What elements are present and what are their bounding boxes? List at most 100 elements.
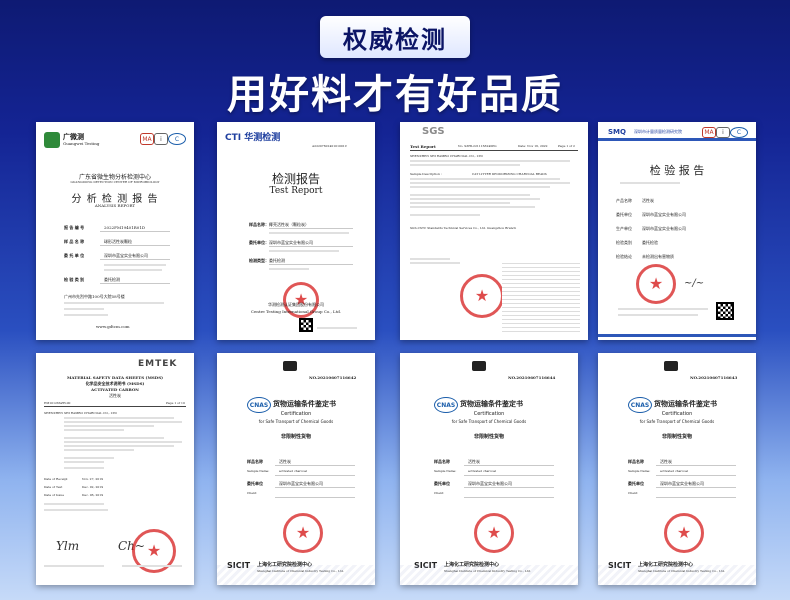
page-header: 权威检测 用好料才有好品质 xyxy=(0,0,790,120)
official-seal-stamp xyxy=(283,513,323,553)
company-name: SHENZHEN SHI RAMBO CHARCOAL CO., LTD xyxy=(44,411,117,415)
ilac-logo-icon: i xyxy=(154,133,168,145)
goods-category: 非限制性货物 xyxy=(661,434,692,440)
issuer-name-cn: 华测检测认证集团股份有限公司 xyxy=(268,302,324,307)
row-label: 样品名称： xyxy=(249,222,269,227)
sample-name-en: activated charcoal xyxy=(279,469,308,473)
cnas-logo-icon: C xyxy=(168,133,186,145)
laboratory-name: SGS-CSTC Standards Technical Services Co… xyxy=(410,226,517,230)
row-label: 产品名称 xyxy=(616,198,632,203)
date-issue: Dec. 06, 2019 xyxy=(82,493,104,497)
certificate-sgs-test-report[interactable]: SGS Test Report No. SZHL2211163240PG Dat… xyxy=(400,122,588,340)
official-seal-stamp xyxy=(636,264,676,304)
sample-description: CAT LITTER DEODORIZING CHARCOAL BEADS xyxy=(472,172,547,176)
row-label: 委托单位 xyxy=(616,212,632,217)
issuer-name-en: Centre Testing International Group Co., … xyxy=(250,309,342,314)
sample-description-label: Sample Description : xyxy=(410,172,442,176)
certificate-sicit-transport-2[interactable]: NO.20210607116644 CNAS 货物运输条件鉴定书 Certifi… xyxy=(400,353,578,585)
qr-code-icon xyxy=(299,318,313,332)
truck-emblem-icon xyxy=(472,361,486,371)
emtek-logo: EMTEK xyxy=(138,359,178,369)
row-value: 委托检验 xyxy=(642,240,658,245)
logo-sub: Guangwei Testing xyxy=(63,141,100,146)
row-label: 样 品 名 称 xyxy=(64,239,85,244)
date-received: Nov. 27, 2019 xyxy=(82,477,104,481)
row-label: 报 告 编 号 xyxy=(64,225,85,230)
certificate-number: NO.20210607116644 xyxy=(508,375,556,380)
certificate-title-en: Certification xyxy=(661,411,693,417)
page-number: Page 1 of 2 xyxy=(558,144,575,148)
certificate-title-cn: 货物运输条件鉴定书 xyxy=(654,399,717,408)
org-address: 广州市先烈中路100号大院58号楼 xyxy=(64,294,125,299)
certificate-cti-test-report[interactable]: CTI 华测检测 A2220760140101001C 检测报告 Test Re… xyxy=(217,122,375,340)
certificate-sicit-transport-3[interactable]: NO.20210607116643 CNAS 货物运输条件鉴定书 Certifi… xyxy=(598,353,756,585)
certificate-gdtcm-analysis-report[interactable]: 广微测 Guangwei Testing MA i C 广东省微生物分析检测中心… xyxy=(36,122,194,340)
product-name-cn: 活性炭 xyxy=(109,393,121,398)
signature-preparer: Ylm xyxy=(56,539,80,553)
certificate-smq-inspection-report[interactable]: SMQ 深圳市计量质量检测研究院 MA i C 检 验 报 告 产品名称 活性炭… xyxy=(598,122,756,340)
row-value: 深圳市蓝宝实业有限公司 xyxy=(642,212,686,217)
certificate-subtitle-en: for Safe Transport of Chemical Goods xyxy=(639,419,715,424)
certificate-emtek-msds[interactable]: EMTEK MATERIAL SAFETY DATA SHEETS (MSDS)… xyxy=(36,353,194,585)
row-label: 检验结论 xyxy=(616,254,632,259)
section-badge-label: 权威检测 xyxy=(343,25,447,54)
certificate-sicit-transport-1[interactable]: NO.20210607116642 CNAS 货物运输条件鉴定书 Certifi… xyxy=(217,353,375,585)
report-title-cn: 检测报告 xyxy=(271,172,320,186)
row-label: 检测类型： xyxy=(249,258,269,263)
row-label: 检 验 类 别 xyxy=(64,277,85,282)
cnas-logo-icon: C xyxy=(730,127,748,138)
official-seal-stamp xyxy=(664,513,704,553)
smq-logo: SMQ xyxy=(608,128,626,136)
official-seal-stamp xyxy=(474,513,514,553)
certificate-title-cn: 货物运输条件鉴定书 xyxy=(460,399,523,408)
row-label: 委托单位： xyxy=(249,240,269,245)
truck-emblem-icon xyxy=(283,361,297,371)
ilac-logo-icon: i xyxy=(716,127,730,138)
truck-emblem-icon xyxy=(664,361,678,371)
report-number: A2220760140101001C xyxy=(312,144,348,148)
certificate-subtitle-en: for Safe Transport of Chemical Goods xyxy=(258,419,334,424)
row-value: 2022FM19401R01D xyxy=(104,225,146,230)
sgs-logo: SGS xyxy=(422,126,445,137)
certificate-subtitle-en: for Safe Transport of Chemical Goods xyxy=(451,419,527,424)
row-label: 检验类别 xyxy=(616,240,632,245)
certificate-title-en: Certification xyxy=(280,411,312,417)
date-test: Dec. 02, 2019 xyxy=(82,485,104,489)
cti-brand-logo: CTI 华测检测 xyxy=(225,133,281,143)
sample-name-en: activated charcoal xyxy=(468,469,497,473)
certificate-title-cn: 货物运输条件鉴定书 xyxy=(273,399,336,408)
row-label: 生产单位 xyxy=(616,226,632,231)
page-number: Page 1 of 10 xyxy=(166,401,185,405)
signature: ~/~ xyxy=(684,278,705,289)
fine-print-block xyxy=(502,262,580,332)
test-report-label: Test Report xyxy=(410,144,436,149)
report-title: 检 验 报 告 xyxy=(649,164,705,177)
row-label: 委 托 单 位 xyxy=(64,253,85,258)
guangwei-logo-icon xyxy=(44,132,60,148)
goods-category: 非限制性货物 xyxy=(280,434,311,440)
msds-title-en: MATERIAL SAFETY DATA SHEETS (MSDS) xyxy=(66,375,164,380)
cma-logo-icon: MA xyxy=(702,127,716,138)
report-title-en: ANALYSIS REPORT xyxy=(94,203,136,208)
org-website: www.gdtcm.com xyxy=(96,324,130,329)
official-seal-stamp xyxy=(460,274,504,318)
report-number: EM10126SZH-00 xyxy=(44,401,71,405)
goods-category: 非限制性货物 xyxy=(473,434,504,440)
section-badge: 权威检测 xyxy=(320,16,470,58)
certificate-number: NO.20210607116642 xyxy=(309,375,357,380)
org-name: 深圳市计量质量检测研究院 xyxy=(634,129,682,134)
org-name-en: GUANGDONG DETECTION CENTER OF MICROBIOLO… xyxy=(70,180,160,184)
cma-logo-icon: MA xyxy=(140,133,154,145)
product-name-en: ACTIVATED CARBON xyxy=(91,387,139,392)
qr-code-icon xyxy=(716,302,734,320)
row-value: 活性炭 xyxy=(642,198,654,203)
certificate-title-en: Certification xyxy=(473,411,505,417)
report-date: Date: Nov 16, 2022 xyxy=(518,144,548,148)
report-number: No. SZHL2211163240PG xyxy=(458,144,497,148)
report-title-en: Test Report xyxy=(269,186,323,196)
sample-name-en: activated charcoal xyxy=(660,469,689,473)
certificate-number: NO.20210607116643 xyxy=(690,375,738,380)
row-value: 未检测出有害物质 xyxy=(642,254,674,259)
page-headline: 用好料才有好品质 xyxy=(227,72,563,118)
client-name: SHENZHEN SHI RAMBO CHARCOAL CO., LTD xyxy=(410,154,483,158)
